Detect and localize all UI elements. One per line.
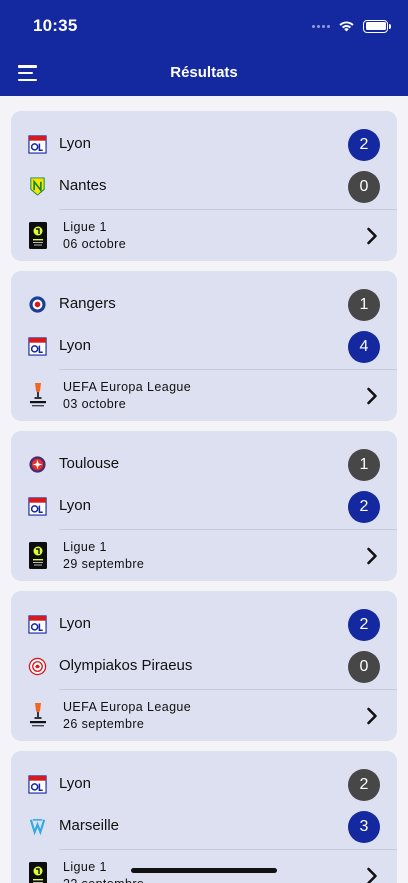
competition-row[interactable]: Ligue 1 22 septembre — [11, 850, 397, 883]
team-name: Nantes — [59, 177, 107, 194]
home-indicator[interactable] — [131, 868, 277, 873]
competition-logo-icon — [29, 222, 47, 249]
competition-name: Ligue 1 — [63, 540, 107, 554]
team-row: Lyon 4 — [11, 325, 397, 367]
competition-name: UEFA Europa League — [63, 380, 192, 394]
team-row: Toulouse 1 — [11, 443, 397, 485]
nav-bar: Résultats — [0, 52, 408, 96]
match-date: 26 septembre — [63, 717, 145, 731]
chevron-right-icon[interactable] — [366, 707, 378, 725]
team-row: Lyon 2 — [11, 485, 397, 527]
match-card[interactable]: Lyon 2 Olympiakos Piraeus 0 UEFA Europa … — [11, 591, 397, 741]
team-crest-icon — [28, 455, 47, 474]
chevron-right-icon[interactable] — [366, 547, 378, 565]
competition-row[interactable]: Ligue 1 06 octobre — [11, 210, 397, 261]
team-crest-icon — [28, 615, 47, 634]
competition-logo-icon — [29, 542, 47, 569]
score-badge: 2 — [348, 129, 380, 161]
team-name: Lyon — [59, 615, 91, 632]
chevron-right-icon[interactable] — [366, 867, 378, 883]
competition-logo-icon — [29, 862, 47, 883]
match-card[interactable]: Rangers 1 Lyon 4 UEFA Europa League 03 o… — [11, 271, 397, 421]
team-crest-icon — [28, 337, 47, 356]
team-row: Lyon 2 — [11, 603, 397, 645]
team-row: Marseille 3 — [11, 805, 397, 847]
team-row: Nantes 0 — [11, 165, 397, 207]
team-name: Lyon — [59, 775, 91, 792]
competition-row[interactable]: Ligue 1 29 septembre — [11, 530, 397, 581]
score-badge: 3 — [348, 811, 380, 843]
competition-name: Ligue 1 — [63, 220, 107, 234]
score-badge: 2 — [348, 491, 380, 523]
results-list[interactable]: Lyon 2 Nantes 0 Ligue 1 06 octobre Range… — [11, 111, 397, 883]
score-badge: 2 — [348, 609, 380, 641]
match-date: 06 octobre — [63, 237, 127, 251]
page-title: Résultats — [170, 64, 238, 81]
status-bar: 10:35 — [0, 0, 408, 52]
competition-logo-icon — [29, 382, 47, 409]
team-crest-icon — [28, 295, 47, 314]
score-badge: 2 — [348, 769, 380, 801]
team-crest-icon — [28, 497, 47, 516]
status-icons — [312, 17, 391, 35]
team-name: Toulouse — [59, 455, 120, 472]
team-name: Marseille — [59, 817, 120, 834]
score-badge: 1 — [348, 449, 380, 481]
competition-name: Ligue 1 — [63, 860, 107, 874]
match-card[interactable]: Toulouse 1 Lyon 2 Ligue 1 29 septembre — [11, 431, 397, 581]
competition-logo-icon — [29, 702, 47, 729]
team-name: Lyon — [59, 337, 91, 354]
score-badge: 1 — [348, 289, 380, 321]
team-crest-icon — [28, 657, 47, 676]
score-badge: 0 — [348, 651, 380, 683]
status-time: 10:35 — [33, 16, 78, 35]
chevron-right-icon[interactable] — [366, 227, 378, 245]
competition-name: UEFA Europa League — [63, 700, 192, 714]
team-name: Lyon — [59, 497, 91, 514]
team-row: Rangers 1 — [11, 283, 397, 325]
cellular-signal-icon — [312, 24, 330, 28]
wifi-icon — [339, 21, 354, 32]
team-name: Lyon — [59, 135, 91, 152]
score-badge: 0 — [348, 171, 380, 203]
battery-icon — [363, 19, 391, 33]
chevron-right-icon[interactable] — [366, 387, 378, 405]
match-date: 22 septembre — [63, 877, 144, 883]
match-date: 03 octobre — [63, 397, 127, 411]
match-date: 29 septembre — [63, 557, 145, 571]
team-name: Rangers — [59, 295, 116, 312]
match-card[interactable]: Lyon 2 Nantes 0 Ligue 1 06 octobre — [11, 111, 397, 261]
team-crest-icon — [28, 135, 47, 154]
team-crest-icon — [28, 775, 47, 794]
score-badge: 4 — [348, 331, 380, 363]
competition-row[interactable]: UEFA Europa League 26 septembre — [11, 690, 397, 741]
team-crest-icon — [28, 817, 47, 836]
competition-row[interactable]: UEFA Europa League 03 octobre — [11, 370, 397, 421]
team-row: Olympiakos Piraeus 0 — [11, 645, 397, 687]
team-row: Lyon 2 — [11, 763, 397, 805]
team-crest-icon — [28, 177, 47, 196]
match-card[interactable]: Lyon 2 Marseille 3 Ligue 1 22 septembre — [11, 751, 397, 883]
app-header: 10:35 Résultats — [0, 0, 408, 96]
team-name: Olympiakos Piraeus — [59, 657, 193, 674]
team-row: Lyon 2 — [11, 123, 397, 165]
